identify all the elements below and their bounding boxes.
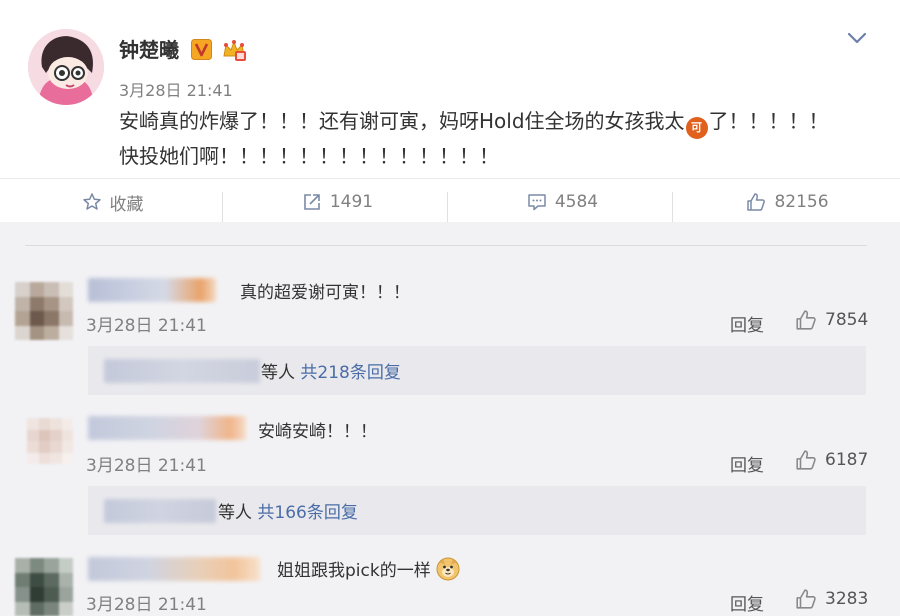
sub-reply-suffix: 等人 [218,503,252,523]
comment-timestamp: 3月28日 21:41 [86,316,207,336]
cartoon-avatar-icon [28,29,104,105]
comment-like-button[interactable]: 3283 [795,588,868,610]
comments-divider [25,245,867,246]
comment-text: 安崎安崎！！！ [258,422,377,442]
sub-reply-names [104,359,260,383]
post-text-segment: 安崎真的炸爆了！！！还有谢可寅，妈呀Hold住全场的女孩我太 [119,109,685,133]
like-count: 82156 [774,192,829,212]
comment-like-count: 7854 [825,310,869,330]
comment-icon [528,194,546,211]
ke-emoji-icon: 可 [685,117,708,139]
post-action-bar: 收藏 1491 4584 82156 [0,182,900,222]
action-separator [447,192,448,222]
repost-count: 1491 [329,192,374,212]
chevron-down-icon[interactable] [845,28,869,48]
reply-button[interactable]: 回复 [730,590,764,615]
post-text-segment: 了！！！！！ [708,109,829,133]
comment-like-count: 6187 [825,450,869,470]
sub-reply-suffix: 等人 [261,363,295,383]
verified-v-icon [191,39,212,60]
reply-button[interactable]: 回复 [730,311,764,336]
post-divider [0,178,900,179]
star-icon [82,193,101,210]
like-button[interactable]: 82156 [675,182,900,222]
post-text-line-2: 快投她们啊！！！！！！！！！！！！！！ [119,144,499,168]
post-content: 安崎真的炸爆了！！！还有谢可寅，妈呀Hold住全场的女孩我太可了！！！！！ 快投… [119,104,879,173]
sub-reply-text: 等人 共218条回复 [261,358,401,383]
comment-text-segment: 姐姐跟我pick的一样 [277,561,431,581]
post-timestamp[interactable]: 3月28日 21:41 [119,77,233,101]
sub-reply-names [104,499,216,523]
commenter-avatar[interactable] [27,418,73,464]
thumbs-up-icon [796,589,816,609]
thumbs-up-icon [747,193,766,211]
comment-timestamp: 3月28日 21:41 [86,595,207,615]
reply-button[interactable]: 回复 [730,451,764,476]
action-separator [222,192,223,222]
favorite-label: 收藏 [109,194,144,215]
favorite-button[interactable]: 收藏 [0,182,225,222]
commenter-name[interactable] [88,278,216,302]
vip-crown-icon[interactable] [221,38,247,62]
weibo-post-card: 钟楚曦 3月28日 21:41 安崎真的炸爆了！！！还有谢可寅，妈呀Hold住全… [0,0,900,222]
comment-count: 4584 [554,192,599,212]
commenter-avatar[interactable] [15,558,73,616]
comment-timestamp: 3月28日 21:41 [86,456,207,476]
comment-text: 姐姐跟我pick的一样 [277,556,460,581]
comment-like-button[interactable]: 7854 [795,309,868,331]
sub-reply-text: 等人 共166条回复 [218,498,358,523]
sub-reply-summary[interactable]: 等人 共218条回复 [88,346,866,395]
doge-emoji-icon [436,557,460,581]
share-icon [304,194,320,210]
commenter-name[interactable] [88,557,260,581]
commenter-avatar[interactable] [15,282,73,340]
thumbs-up-icon [796,310,816,330]
comment-text: 真的超爱谢可寅！！！ [240,283,410,303]
post-username[interactable]: 钟楚曦 [119,34,179,63]
view-replies-link[interactable]: 共166条回复 [257,503,357,523]
repost-button[interactable]: 1491 [225,182,450,222]
post-text-line-1: 安崎真的炸爆了！！！还有谢可寅，妈呀Hold住全场的女孩我太可了！！！！！ [119,104,879,139]
thumbs-up-icon [796,450,816,470]
sub-reply-summary[interactable]: 等人 共166条回复 [88,486,866,535]
comment-like-button[interactable]: 6187 [795,449,868,471]
action-separator [672,192,673,222]
view-replies-link[interactable]: 共218条回复 [300,363,400,383]
user-avatar[interactable] [28,29,104,105]
comment-button[interactable]: 4584 [450,182,675,222]
comment-like-count: 3283 [825,589,869,609]
commenter-name[interactable] [88,416,246,440]
